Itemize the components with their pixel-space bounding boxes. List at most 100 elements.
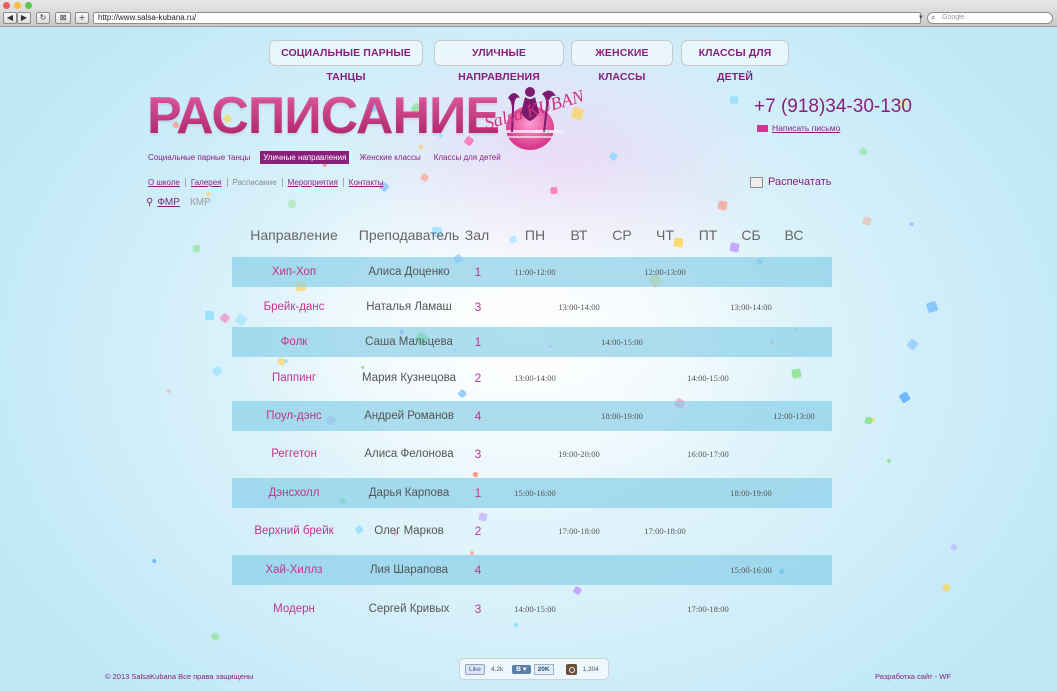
developer-credit[interactable]: Разработка сайт - WF [875, 672, 951, 681]
hall-number: 3 [474, 447, 482, 461]
teacher-name: Наталья Ламаш [366, 301, 452, 313]
envelope-icon [757, 124, 768, 132]
confetti-piece [729, 94, 740, 105]
confetti-piece [210, 631, 220, 641]
confetti-piece [941, 582, 952, 593]
write-letter-link[interactable]: Написать письмо [757, 123, 840, 133]
close-window-button[interactable] [3, 2, 10, 9]
class-time: 13:00-14:00 [730, 302, 772, 312]
menu-events[interactable]: Мероприятия [281, 178, 343, 187]
instagram-icon[interactable] [565, 663, 577, 675]
hall-number: 2 [474, 524, 482, 538]
direction-link[interactable]: Хип-Хоп [272, 266, 316, 278]
class-time: 12:00-13:00 [773, 411, 815, 421]
browser-search-input[interactable]: Google [927, 12, 1053, 24]
direction-link[interactable]: Поул-дэнс [266, 410, 321, 422]
top-nav-social-dances[interactable]: СОЦИАЛЬНЫЕ ПАРНЫЕ ТАНЦЫ [269, 40, 423, 83]
direction-link[interactable]: Паппинг [272, 372, 316, 384]
branch-kmr[interactable]: КМР [190, 197, 211, 208]
branch-fmr[interactable]: ФМР [157, 197, 180, 208]
forward-arrow-icon[interactable]: ▶ [17, 12, 31, 24]
minimize-window-button[interactable] [14, 2, 21, 9]
location-pin-icon: ⚲ [146, 197, 154, 208]
class-time: 18:00-19:00 [601, 411, 643, 421]
vk-like-button[interactable]: В ♥ [512, 664, 531, 674]
menu-about[interactable]: О школе [148, 178, 185, 187]
direction-link[interactable]: Модерн [273, 603, 315, 615]
printer-icon [750, 176, 763, 188]
teacher-name: Сергей Кривых [368, 603, 450, 615]
top-nav-kids-classes[interactable]: КЛАССЫ ДЛЯ ДЕТЕЙ [681, 40, 789, 83]
facebook-like-button[interactable]: Like [465, 663, 485, 675]
header-day-thu: ЧТ [656, 227, 674, 243]
hall-number: 4 [474, 563, 482, 577]
back-arrow-icon[interactable]: ◀ [3, 12, 17, 24]
reload-icon[interactable]: ↻ [36, 12, 50, 24]
teacher-name: Лия Шарапова [369, 564, 449, 576]
direction-link[interactable]: Хай-Хиллз [265, 564, 322, 576]
sub-nav-street-styles[interactable]: Уличные направления [260, 151, 350, 164]
table-row: Модерн Сергей Кривых 3 14:00-15:00 17:00-18:… [232, 594, 832, 624]
table-row: Поул-дэнс Андрей Романов 4 18:00-19:00 12:00… [232, 401, 832, 431]
class-time: 11:00-12:00 [514, 267, 556, 277]
sub-nav-kids-classes[interactable]: Классы для детей [431, 151, 504, 164]
teacher-name: Олег Марков [374, 525, 444, 537]
zoom-window-button[interactable] [25, 2, 32, 9]
phone-number[interactable]: +7 (918)34-30-130 [754, 96, 912, 118]
direction-link[interactable]: Реггетон [271, 448, 317, 460]
tabs-icon[interactable]: ⊠ [55, 12, 71, 24]
sub-navigation: Социальные парные танцы Уличные направле… [148, 151, 511, 164]
address-bar[interactable]: http://www.salsa-kubana.ru/ [93, 12, 921, 24]
search-icon: ⌕ [931, 13, 936, 22]
class-time: 15:00-16:00 [514, 488, 556, 498]
table-row: Брейк-данс Наталья Ламаш 3 13:00-14:00 13:00… [232, 292, 832, 322]
direction-link[interactable]: Брейк-данс [264, 301, 325, 313]
logo-subtext: dance school [534, 129, 563, 135]
confetti-piece [950, 542, 959, 552]
page-title: РАСПИСАНИЕ [147, 87, 500, 145]
hall-number: 1 [474, 265, 482, 279]
print-label: Распечатать [768, 176, 832, 188]
class-time: 19:00-20:00 [558, 449, 600, 459]
confetti-piece [166, 388, 172, 393]
class-time: 14:00-15:00 [687, 373, 729, 383]
confetti-piece [286, 198, 299, 210]
sub-nav-social-dances[interactable]: Социальные парные танцы [148, 151, 253, 164]
class-time: 14:00-15:00 [601, 337, 643, 347]
hall-number: 2 [474, 371, 482, 385]
print-button[interactable]: Распечатать [750, 176, 831, 188]
add-bookmark-icon[interactable]: + [75, 12, 89, 24]
class-time: 13:00-14:00 [558, 302, 600, 312]
write-letter-label: Написать письмо [772, 123, 841, 133]
address-dropdown-icon[interactable]: ▾ [919, 12, 923, 24]
header-day-sun: ВС [784, 227, 804, 243]
table-row: Верхний брейк Олег Марков 2 17:00-18:00 17:0… [232, 516, 832, 546]
confetti-piece [608, 151, 619, 161]
facebook-like-count: 4.2k [490, 665, 504, 673]
table-row: Дэнсхолл Дарья Карпова 1 15:00-16:00 18:00-1… [232, 478, 832, 508]
menu-contacts[interactable]: Контакты [342, 178, 389, 187]
class-time: 15:00-16:00 [730, 565, 772, 575]
table-row: Хип-Хоп Алиса Доценко 1 11:00-12:00 12:00-13… [232, 257, 832, 287]
confetti-piece [549, 186, 558, 195]
direction-link[interactable]: Дэнсхолл [269, 487, 320, 499]
confetti-piece [862, 215, 873, 226]
direction-link[interactable]: Фолк [281, 336, 308, 348]
sub-nav-women-classes[interactable]: Женские классы [356, 151, 423, 164]
vk-like-count: 20K [533, 663, 554, 675]
menu-schedule[interactable]: Расписание [226, 178, 282, 187]
table-row: Реггетон Алиса Фелонова 3 19:00-20:00 16:00-… [232, 439, 832, 469]
salsa-kubana-logo[interactable]: Salsa KUBANA dance school [478, 82, 582, 154]
confetti-piece [864, 416, 873, 425]
class-time: 16:00-17:00 [687, 449, 729, 459]
top-nav-street-styles[interactable]: УЛИЧНЫЕ НАПРАВЛЕНИЯ [434, 40, 564, 83]
hall-number: 4 [474, 409, 482, 423]
top-nav-women-classes[interactable]: ЖЕНСКИЕ КЛАССЫ [571, 40, 673, 83]
menu-gallery[interactable]: Галерея [184, 178, 227, 187]
confetti-piece [192, 244, 200, 252]
table-row: Паппинг Мария Кузнецова 2 13:00-14:00 14:00-… [232, 363, 832, 393]
top-navigation: СОЦИАЛЬНЫЕ ПАРНЫЕ ТАНЦЫ УЛИЧНЫЕ НАПРАВЛЕ… [0, 40, 1057, 83]
direction-link[interactable]: Верхний брейк [254, 525, 333, 537]
confetti-piece [471, 471, 479, 478]
instagram-count: 1,304 [582, 665, 599, 673]
